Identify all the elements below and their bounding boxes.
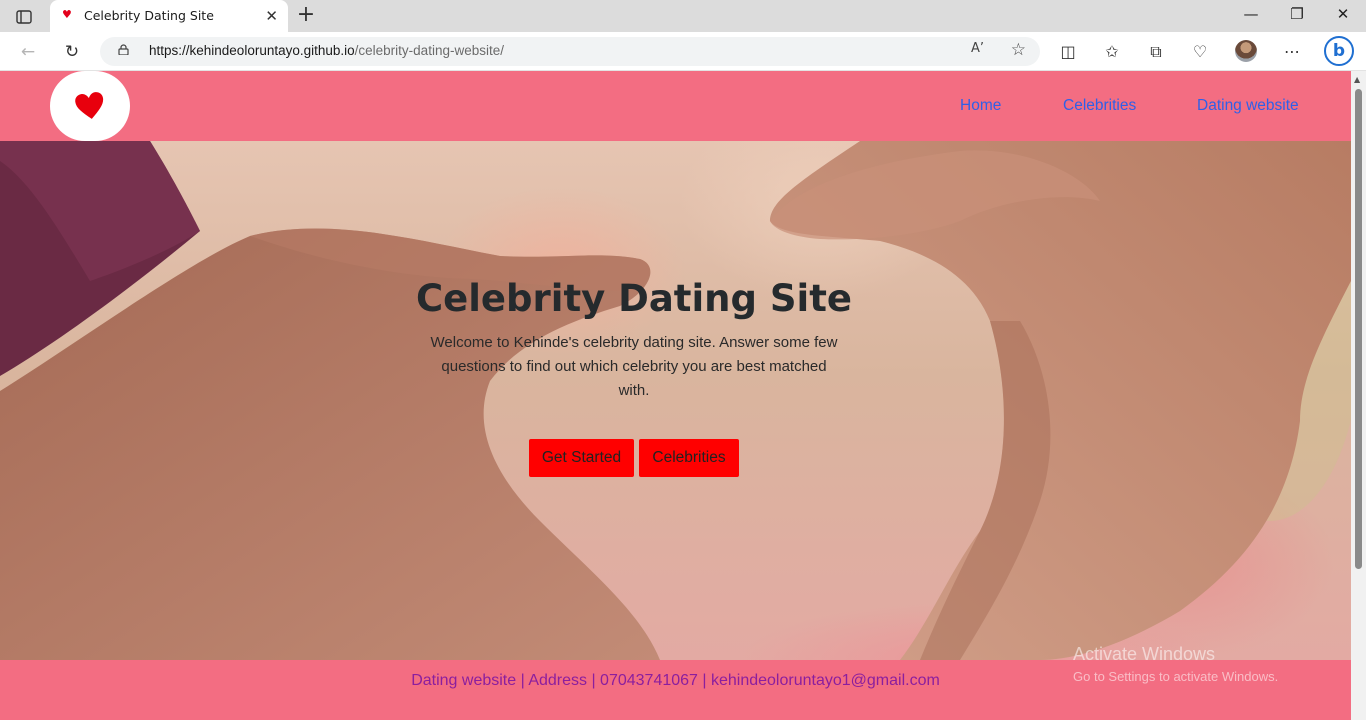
- site-header: Home Celebrities Dating website: [0, 71, 1351, 141]
- nav-home[interactable]: Home: [960, 97, 1001, 115]
- profile-avatar[interactable]: [1235, 40, 1257, 62]
- browser-tab-bar: ♥ Celebrity Dating Site ✕ + — ❐ ✕: [0, 0, 1366, 32]
- minimize-icon[interactable]: —: [1236, 5, 1266, 23]
- activate-windows-watermark: Activate Windows Go to Settings to activ…: [1073, 644, 1278, 684]
- hero-title: Celebrity Dating Site: [416, 277, 852, 320]
- watermark-line-2: Go to Settings to activate Windows.: [1073, 669, 1279, 684]
- hero-section: Celebrity Dating Site Welcome to Kehinde…: [0, 141, 1351, 660]
- refresh-icon[interactable]: ↻: [60, 40, 84, 64]
- nav-dating-website[interactable]: Dating website: [1197, 97, 1299, 115]
- get-started-button[interactable]: Get Started: [529, 439, 634, 477]
- close-icon[interactable]: ✕: [265, 7, 278, 25]
- split-screen-icon[interactable]: ◫: [1056, 40, 1080, 64]
- favorite-star-icon[interactable]: ☆: [1011, 40, 1026, 60]
- window-close-icon[interactable]: ✕: [1328, 5, 1358, 23]
- page-viewport: Home Celebrities Dating website Celebrit…: [0, 71, 1351, 720]
- back-icon[interactable]: ←: [16, 40, 40, 64]
- performance-icon[interactable]: ♡: [1188, 40, 1212, 64]
- heart-logo-icon: [75, 92, 104, 119]
- address-toolbar: ← ↻ https://kehindeoloruntayo.github.io/…: [0, 32, 1366, 71]
- new-tab-icon[interactable]: +: [294, 4, 318, 28]
- url-path: /celebrity-dating-website/: [354, 43, 504, 58]
- hero-description: Welcome to Kehinde's celebrity dating si…: [430, 334, 838, 399]
- heart-favicon-icon: ♥: [62, 8, 72, 21]
- tab-title: Celebrity Dating Site: [84, 8, 214, 23]
- url-host: https://kehindeoloruntayo.github.io: [149, 43, 355, 58]
- nav-celebrities[interactable]: Celebrities: [1063, 97, 1136, 115]
- read-aloud-icon[interactable]: A’: [971, 41, 984, 56]
- browser-tab[interactable]: ♥ Celebrity Dating Site ✕: [50, 0, 288, 32]
- scrollbar-thumb[interactable]: [1355, 89, 1362, 569]
- watermark-line-1: Activate Windows: [1073, 644, 1216, 664]
- restore-icon[interactable]: ❐: [1282, 5, 1312, 23]
- favorites-icon[interactable]: ✩: [1100, 40, 1124, 64]
- more-icon[interactable]: ⋯: [1280, 40, 1304, 64]
- page-scrollbar[interactable]: ▲: [1351, 71, 1366, 720]
- url-text[interactable]: https://kehindeoloruntayo.github.io/cele…: [149, 43, 504, 58]
- address-bar[interactable]: https://kehindeoloruntayo.github.io/cele…: [100, 37, 1040, 66]
- bing-icon[interactable]: b: [1324, 36, 1354, 66]
- tab-actions-icon[interactable]: [10, 6, 38, 28]
- logo[interactable]: [50, 71, 130, 141]
- lock-icon[interactable]: [118, 44, 129, 55]
- collections-icon[interactable]: ⧉: [1144, 40, 1168, 64]
- celebrities-button[interactable]: Celebrities: [639, 439, 739, 477]
- scroll-up-icon[interactable]: ▲: [1354, 75, 1360, 84]
